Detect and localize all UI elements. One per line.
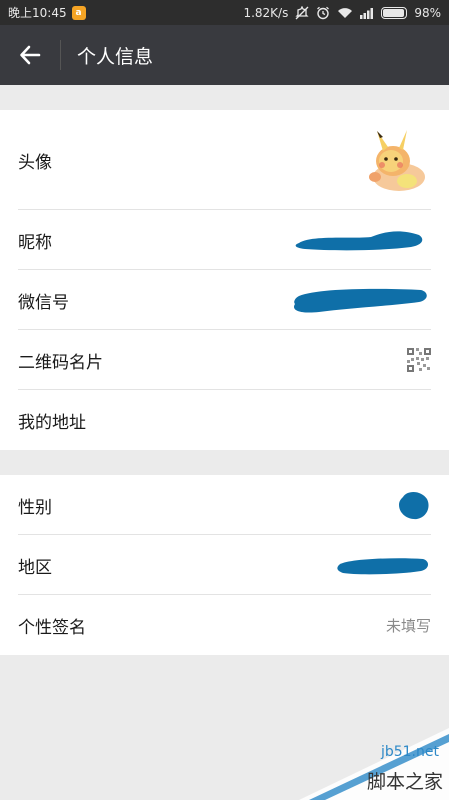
row-label-region: 地区 — [18, 557, 52, 578]
page-title: 个人信息 — [77, 45, 154, 68]
signature-value: 未填写 — [385, 616, 431, 635]
redacted-gender — [399, 491, 429, 520]
status-bar: 晚上10:45 a 1.82K/s 98% — [0, 0, 449, 25]
redacted-region — [337, 558, 429, 575]
row-signature[interactable]: 个性签名 未填写 — [0, 595, 449, 655]
battery-percent: 98% — [414, 5, 441, 20]
pikachu-avatar — [361, 125, 431, 195]
redacted-nickname — [295, 231, 423, 251]
status-time: 晚上10:45 — [8, 6, 67, 20]
row-region[interactable]: 地区 — [0, 535, 449, 595]
row-label-qr-card: 二维码名片 — [18, 352, 103, 373]
row-wechat-id[interactable]: 微信号 — [0, 270, 449, 330]
row-label-wechat-id: 微信号 — [18, 292, 69, 313]
app-bar-divider — [60, 40, 61, 70]
row-label-nickname: 昵称 — [18, 232, 52, 253]
wifi-icon — [337, 7, 353, 19]
row-label-my-address: 我的地址 — [18, 412, 86, 433]
qr-code-icon — [407, 348, 431, 372]
redacted-wechat-id — [294, 288, 427, 313]
signal-icon — [360, 7, 374, 19]
row-label-signature: 个性签名 — [18, 617, 86, 638]
alarm-icon — [316, 6, 330, 20]
profile-section-more: 性别 地区 个性签名 未填写 — [0, 475, 449, 655]
row-label-avatar: 头像 — [18, 152, 52, 173]
back-button[interactable] — [0, 25, 60, 85]
app-bar: 个人信息 — [0, 25, 449, 85]
watermark-name: 脚本之家 — [366, 771, 443, 793]
row-my-address[interactable]: 我的地址 — [0, 390, 449, 450]
row-nickname[interactable]: 昵称 — [0, 210, 449, 270]
watermark-site: jb51.net — [380, 744, 439, 760]
site-watermark: jb51.net 脚本之家 — [299, 728, 449, 800]
arrow-left-icon — [20, 45, 41, 65]
app-notification-icon: a — [71, 5, 86, 20]
profile-section-basic: 头像 昵称 微信号 二维码名片 我的地址 — [0, 110, 449, 450]
row-gender[interactable]: 性别 — [0, 475, 449, 535]
network-speed: 1.82K/s — [243, 5, 289, 20]
row-label-gender: 性别 — [18, 497, 52, 518]
battery-icon — [381, 6, 408, 19]
row-avatar[interactable]: 头像 — [0, 110, 449, 210]
row-qr-card[interactable]: 二维码名片 — [0, 330, 449, 390]
notification-off-icon — [295, 5, 309, 20]
